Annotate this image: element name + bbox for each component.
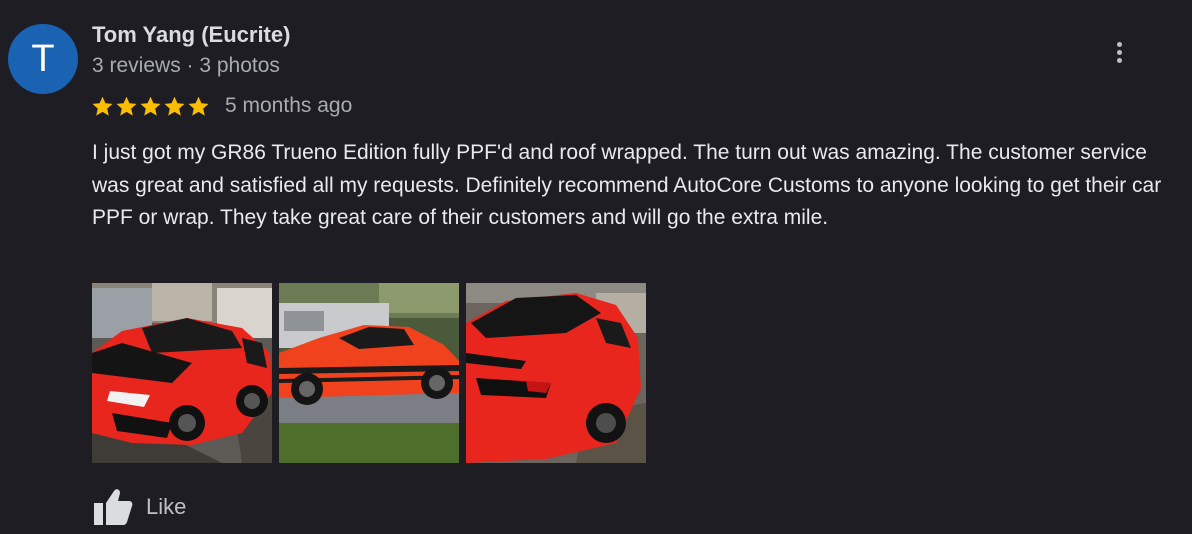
review-photos — [92, 283, 646, 463]
review-time: 5 months ago — [225, 94, 353, 117]
car-rear-photo — [466, 283, 646, 463]
rating-row: 5 months ago — [91, 92, 352, 120]
star-icon — [188, 96, 209, 116]
avatar[interactable]: T — [8, 24, 78, 94]
like-button[interactable]: Like — [92, 487, 186, 527]
author-meta: 3 reviews · 3 photos — [92, 54, 280, 77]
star-icon — [140, 96, 161, 116]
star-icon — [92, 96, 113, 116]
review-photo-2[interactable] — [279, 283, 459, 463]
car-front-photo — [92, 283, 272, 463]
star-rating — [91, 95, 210, 118]
car-side-photo — [279, 283, 459, 463]
star-icon — [116, 96, 137, 116]
review-photo-1[interactable] — [92, 283, 272, 463]
author-name[interactable]: Tom Yang (Eucrite) — [92, 22, 290, 48]
review-text: I just got my GR86 Trueno Edition fully … — [92, 141, 1162, 229]
review-photo-3[interactable] — [466, 283, 646, 463]
avatar-initial: T — [31, 37, 55, 80]
more-vert-icon-dot — [1116, 57, 1122, 63]
more-vert-icon-dot — [1116, 49, 1122, 55]
thumbs-up-icon — [94, 489, 133, 525]
like-label: Like — [146, 494, 187, 519]
more-vert-icon — [1116, 41, 1122, 47]
star-icon — [164, 96, 185, 116]
more-options-button[interactable] — [1106, 36, 1132, 68]
